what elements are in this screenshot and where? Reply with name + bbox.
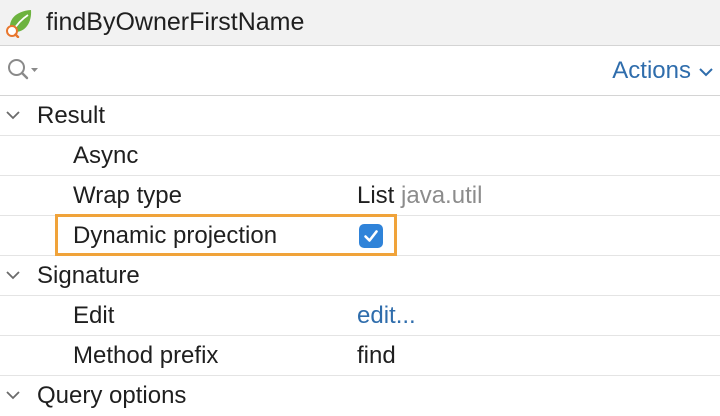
toolbar: Actions (0, 46, 720, 96)
property-label: Wrap type (73, 182, 182, 209)
window-title: findByOwnerFirstName (46, 8, 305, 36)
property-label: Edit (73, 302, 115, 329)
search-icon (8, 59, 38, 80)
property-row-wrap-type[interactable]: Wrap type List java.util (0, 176, 720, 216)
dynamic-projection-checkbox[interactable] (359, 224, 383, 248)
chevron-down-icon[interactable] (4, 268, 22, 282)
property-row-dynamic-projection[interactable]: Dynamic projection (0, 216, 720, 256)
actions-dropdown[interactable]: Actions (612, 46, 715, 95)
chevron-down-icon[interactable] (4, 388, 22, 402)
section-label: Signature (37, 262, 140, 289)
wrap-type-package: java.util (401, 182, 483, 209)
section-query-options[interactable]: Query options (0, 376, 720, 415)
property-row-async[interactable]: Async (0, 136, 720, 176)
section-label: Result (37, 102, 106, 129)
property-value[interactable]: List java.util (357, 176, 482, 215)
wrap-type-value: List (357, 182, 395, 209)
title-bar: findByOwnerFirstName (0, 0, 720, 46)
property-label: Dynamic projection (73, 222, 278, 249)
edit-link[interactable]: edit... (357, 296, 416, 335)
property-label: Async (73, 142, 139, 169)
chevron-down-icon (699, 67, 713, 77)
chevron-down-icon[interactable] (4, 108, 22, 122)
spring-leaf-icon (6, 10, 32, 38)
search-button[interactable] (6, 57, 46, 83)
section-label: Query options (37, 382, 187, 409)
checkmark-icon (364, 230, 378, 242)
section-result[interactable]: Result (0, 96, 720, 136)
property-row-method-prefix[interactable]: Method prefix find (0, 336, 720, 376)
property-row-edit[interactable]: Edit edit... (0, 296, 720, 336)
section-signature[interactable]: Signature (0, 256, 720, 296)
actions-label: Actions (612, 57, 691, 84)
property-label: Method prefix (73, 342, 219, 369)
property-value[interactable]: find (357, 336, 396, 375)
